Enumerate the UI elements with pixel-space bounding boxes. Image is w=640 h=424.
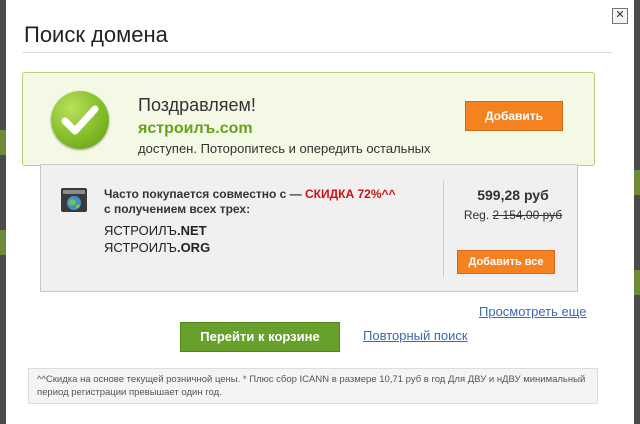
background-right-edge	[634, 0, 640, 424]
close-icon[interactable]: ✕	[612, 8, 628, 24]
add-all-button[interactable]: Добавить все	[457, 250, 555, 274]
repeat-search-link[interactable]: Повторный поиск	[363, 328, 468, 343]
availability-panel: Поздравляем! ястроилъ.com доступен. Пото…	[22, 72, 595, 166]
view-more-link[interactable]: Просмотреть еще	[479, 304, 587, 319]
availability-text: доступен. Поторопитесь и опередить остал…	[138, 141, 431, 156]
bundle-divider	[443, 181, 444, 277]
bundle-domain-name: ЯСТРОИЛЪ	[104, 223, 177, 238]
bundle-domain-list: ЯСТРОИЛЪ.NET ЯСТРОИЛЪ.ORG	[104, 222, 210, 256]
title-divider	[22, 52, 612, 53]
congrats-heading: Поздравляем!	[138, 95, 256, 115]
regular-price: Reg. 2 154,00 руб	[451, 207, 575, 223]
dialog-title: Поиск домена	[24, 22, 168, 47]
regular-price-label: Reg.	[463, 208, 490, 222]
available-domain: ястроилъ.com	[138, 120, 253, 137]
discount-badge: СКИДКА 72%^^	[305, 187, 396, 201]
bundle-offer-panel: Часто покупается совместно с — СКИДКА 72…	[40, 164, 578, 292]
add-domain-button[interactable]: Добавить	[465, 101, 563, 131]
bundle-description: Часто покупается совместно с — СКИДКА 72…	[104, 187, 404, 217]
bundle-domain-item: ЯСТРОИЛЪ.ORG	[104, 239, 210, 256]
checkmark-icon	[51, 91, 109, 149]
bundle-text-after: с получением всех трех:	[104, 202, 251, 216]
domain-globe-icon	[60, 187, 88, 213]
regular-price-value: 2 154,00 руб	[492, 208, 563, 222]
bundle-domain-tld: .ORG	[176, 240, 211, 255]
bundle-text-before: Часто покупается совместно с —	[104, 187, 306, 201]
footnote: ^^Скидка на основе текущей розничной цен…	[28, 368, 598, 404]
bundle-domain-item: ЯСТРОИЛЪ.NET	[104, 222, 210, 239]
bundle-domain-name: ЯСТРОИЛЪ	[104, 240, 177, 255]
domain-search-dialog: ✕ Поиск домена Поздравляем! ястроилъ.com…	[6, 0, 634, 424]
bundle-price: 599,28 руб	[477, 187, 549, 203]
bundle-domain-tld: .NET	[176, 223, 207, 238]
go-to-cart-button[interactable]: Перейти к корзине	[180, 322, 340, 352]
